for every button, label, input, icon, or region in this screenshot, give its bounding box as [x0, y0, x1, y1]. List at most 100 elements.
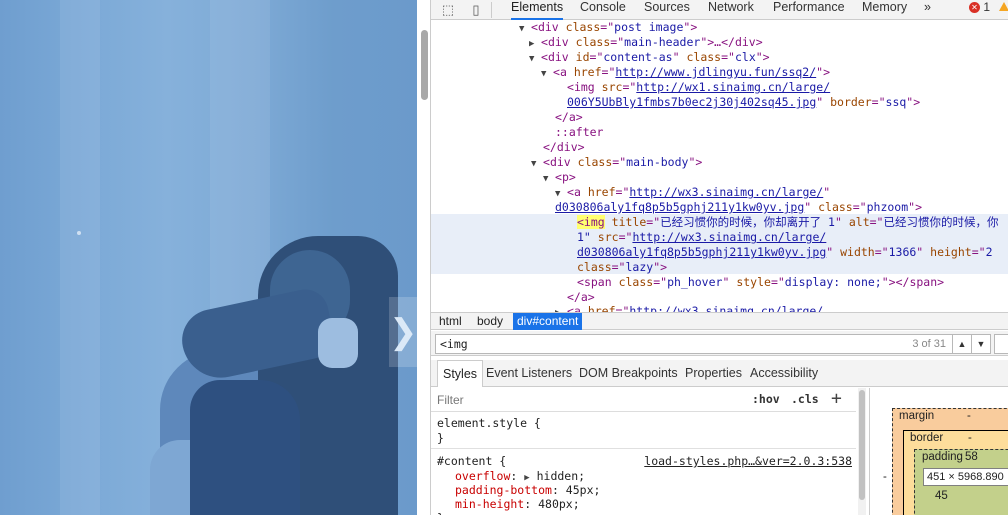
dom-node[interactable]: ▼ <div class="main-body">	[531, 155, 702, 170]
tab-memory[interactable]: Memory	[862, 0, 907, 20]
padding-bottom-value[interactable]: 45	[935, 490, 948, 502]
box-model-border[interactable]: border - padding 58 451 × 5968.890 45	[903, 430, 1008, 515]
dom-node[interactable]: <img src="http://wx1.sinaimg.cn/large/	[567, 80, 830, 95]
dom-node-continuation: d030806aly1fq8p5b5gphj211y1kw0yv.jpg" cl…	[555, 200, 922, 214]
rule-source-link[interactable]: load-styles.php…&ver=2.0.3:538	[644, 454, 852, 468]
sidebar-tabs: Styles Event Listeners DOM Breakpoints P…	[431, 360, 1008, 387]
expand-triangle-icon: ▶	[524, 473, 530, 483]
tab-network[interactable]: Network	[708, 0, 754, 20]
breadcrumb-body[interactable]: body	[473, 313, 507, 330]
dom-node[interactable]: ▶ <div class="main-header">…</div>	[519, 35, 763, 50]
href-link[interactable]: http://wx3.sinaimg.cn/large/	[629, 304, 823, 312]
dom-node-selected[interactable]: <img title="已经习惯你的时候，你却离开了 1" alt="已经习惯你…	[577, 215, 998, 230]
photo-highlight	[77, 231, 81, 235]
tab-performance[interactable]: Performance	[773, 0, 845, 20]
href-link[interactable]: http://www.jdlingyu.fun/ssq2/	[615, 65, 816, 79]
margin-value[interactable]: -	[967, 410, 971, 422]
background-streak	[60, 0, 100, 515]
dom-tree: ▼ <div class="post image"> ▶ <div class="m…	[431, 20, 1008, 312]
rule-close-brace: }	[437, 511, 444, 515]
dom-node-close[interactable]: </a>	[567, 290, 595, 305]
dom-node-continuation: d030806aly1fq8p5b5gphj211y1kw0yv.jpg" wi…	[577, 245, 993, 259]
src-link[interactable]: http://wx1.sinaimg.cn/large/	[636, 80, 830, 94]
dom-node-close[interactable]: </div>	[543, 140, 585, 155]
new-rule-icon[interactable]: +	[831, 388, 842, 409]
href-link[interactable]: http://wx3.sinaimg.cn/large/	[629, 185, 823, 199]
error-count: 1	[983, 0, 991, 14]
styles-filter-input[interactable]: Filter	[437, 393, 464, 407]
warning-icon[interactable]	[999, 2, 1008, 11]
styles-pane: Filter :hov .cls + element.style { } #co…	[431, 388, 856, 515]
breadcrumb-div-content[interactable]: div#content	[513, 313, 583, 330]
dom-node[interactable]: ▶<a href="http://wx3.sinaimg.cn/large/	[555, 304, 823, 312]
tab-event-listeners[interactable]: Event Listeners	[481, 360, 577, 386]
css-property[interactable]: overflow: ▶ hidden;	[455, 469, 585, 483]
photo-figure-hand	[318, 318, 358, 368]
tab-styles[interactable]: Styles	[437, 360, 484, 387]
padding-top-value[interactable]: 58	[965, 451, 978, 463]
page-preview: ❯	[0, 0, 417, 515]
href-link[interactable]: d030806aly1fq8p5b5gphj211y1kw0yv.jpg	[555, 200, 804, 214]
css-property[interactable]: min-height: 480px;	[455, 497, 580, 511]
src-link[interactable]: http://wx3.sinaimg.cn/large/	[632, 230, 826, 244]
dom-node[interactable]: ▼ <div id="content-as" class="clx">	[519, 50, 770, 65]
border-label: border	[910, 432, 944, 444]
css-property[interactable]: padding-bottom: 45px;	[455, 483, 600, 497]
dom-node[interactable]: ▼ <a href="http://wx3.sinaimg.cn/large/"	[555, 185, 830, 200]
breadcrumb-html[interactable]: html	[435, 313, 466, 330]
dom-node[interactable]: ▼ <div class="post image">	[519, 20, 697, 35]
toolbar-divider	[491, 2, 492, 18]
dom-search-bar: <img 3 of 31 ▲ ▼	[431, 331, 1008, 356]
search-query: <img	[440, 337, 468, 351]
class-toggle[interactable]: .cls	[791, 392, 819, 406]
dom-node-continuation: 1" src="http://wx3.sinaimg.cn/large/	[577, 230, 827, 244]
dom-pseudo-element[interactable]: ::after	[555, 125, 603, 140]
inspect-element-icon[interactable]: ⬚	[439, 1, 457, 19]
next-image-arrow-icon[interactable]: ❯	[389, 297, 417, 367]
search-match-count: 3 of 31	[912, 338, 946, 350]
photo-figure-dress	[190, 380, 300, 515]
box-model-margin[interactable]: margin - border - padding 58 451 × 5968.…	[883, 408, 1008, 515]
devtools-panel: ⬚ ▯ Elements Console Sources Network Per…	[430, 0, 1008, 515]
search-option-box[interactable]	[994, 334, 1008, 354]
tab-console[interactable]: Console	[580, 0, 626, 20]
device-toolbar-icon[interactable]: ▯	[467, 1, 485, 19]
box-model: margin - border - padding 58 451 × 5968.…	[869, 388, 1008, 515]
tab-elements[interactable]: Elements	[511, 0, 564, 20]
error-counter[interactable]: ✕ 1	[969, 0, 990, 14]
error-icon: ✕	[969, 2, 980, 13]
box-model-padding[interactable]: padding 58 451 × 5968.890 45	[914, 449, 1008, 515]
tab-properties[interactable]: Properties	[680, 360, 747, 386]
styles-scrollbar[interactable]	[858, 388, 866, 515]
element-style-selector[interactable]: element.style {	[437, 416, 541, 430]
page-scrollbar[interactable]	[421, 30, 428, 100]
padding-label: padding	[922, 451, 963, 463]
tab-sources[interactable]: Sources	[644, 0, 690, 20]
dom-node[interactable]: ▼ <a href="http://www.jdlingyu.fun/ssq2/"…	[541, 65, 830, 80]
dom-node-continuation: 006Y5UbBly1fmbs7b0ec2j30j402sq45.jpg" bo…	[567, 95, 921, 109]
src-link[interactable]: d030806aly1fq8p5b5gphj211y1kw0yv.jpg	[577, 245, 826, 259]
dom-node-continuation: class="lazy">	[577, 260, 668, 274]
breadcrumb: html body div#content	[431, 312, 1008, 330]
search-previous-button[interactable]: ▲	[952, 334, 972, 354]
dom-node[interactable]: <span class="ph_hover" style="display: n…	[577, 275, 944, 290]
devtools-toolbar: ⬚ ▯ Elements Console Sources Network Per…	[431, 0, 1008, 20]
dom-node[interactable]: ▼ <p>	[543, 170, 576, 185]
rule-selector[interactable]: #content {	[437, 454, 506, 468]
dom-node-close[interactable]: </a>	[555, 110, 583, 125]
tab-accessibility[interactable]: Accessibility	[745, 360, 823, 386]
styles-scrollbar-thumb[interactable]	[859, 390, 865, 500]
tab-dom-breakpoints[interactable]: DOM Breakpoints	[574, 360, 683, 386]
styles-filter-bar: Filter :hov .cls +	[431, 388, 856, 412]
border-value[interactable]: -	[968, 432, 972, 444]
src-link[interactable]: 006Y5UbBly1fmbs7b0ec2j30j402sq45.jpg	[567, 95, 816, 109]
margin-label: margin	[899, 410, 935, 422]
more-tabs-icon[interactable]: »	[924, 0, 931, 20]
rule-divider	[431, 448, 856, 449]
dom-search-input[interactable]: <img 3 of 31	[435, 334, 953, 354]
margin-left-value[interactable]: -	[883, 471, 887, 483]
rule-close-brace: }	[437, 431, 444, 445]
box-model-content-size[interactable]: 451 × 5968.890	[923, 468, 1008, 486]
hover-state-toggle[interactable]: :hov	[752, 392, 780, 406]
search-next-button[interactable]: ▼	[971, 334, 991, 354]
